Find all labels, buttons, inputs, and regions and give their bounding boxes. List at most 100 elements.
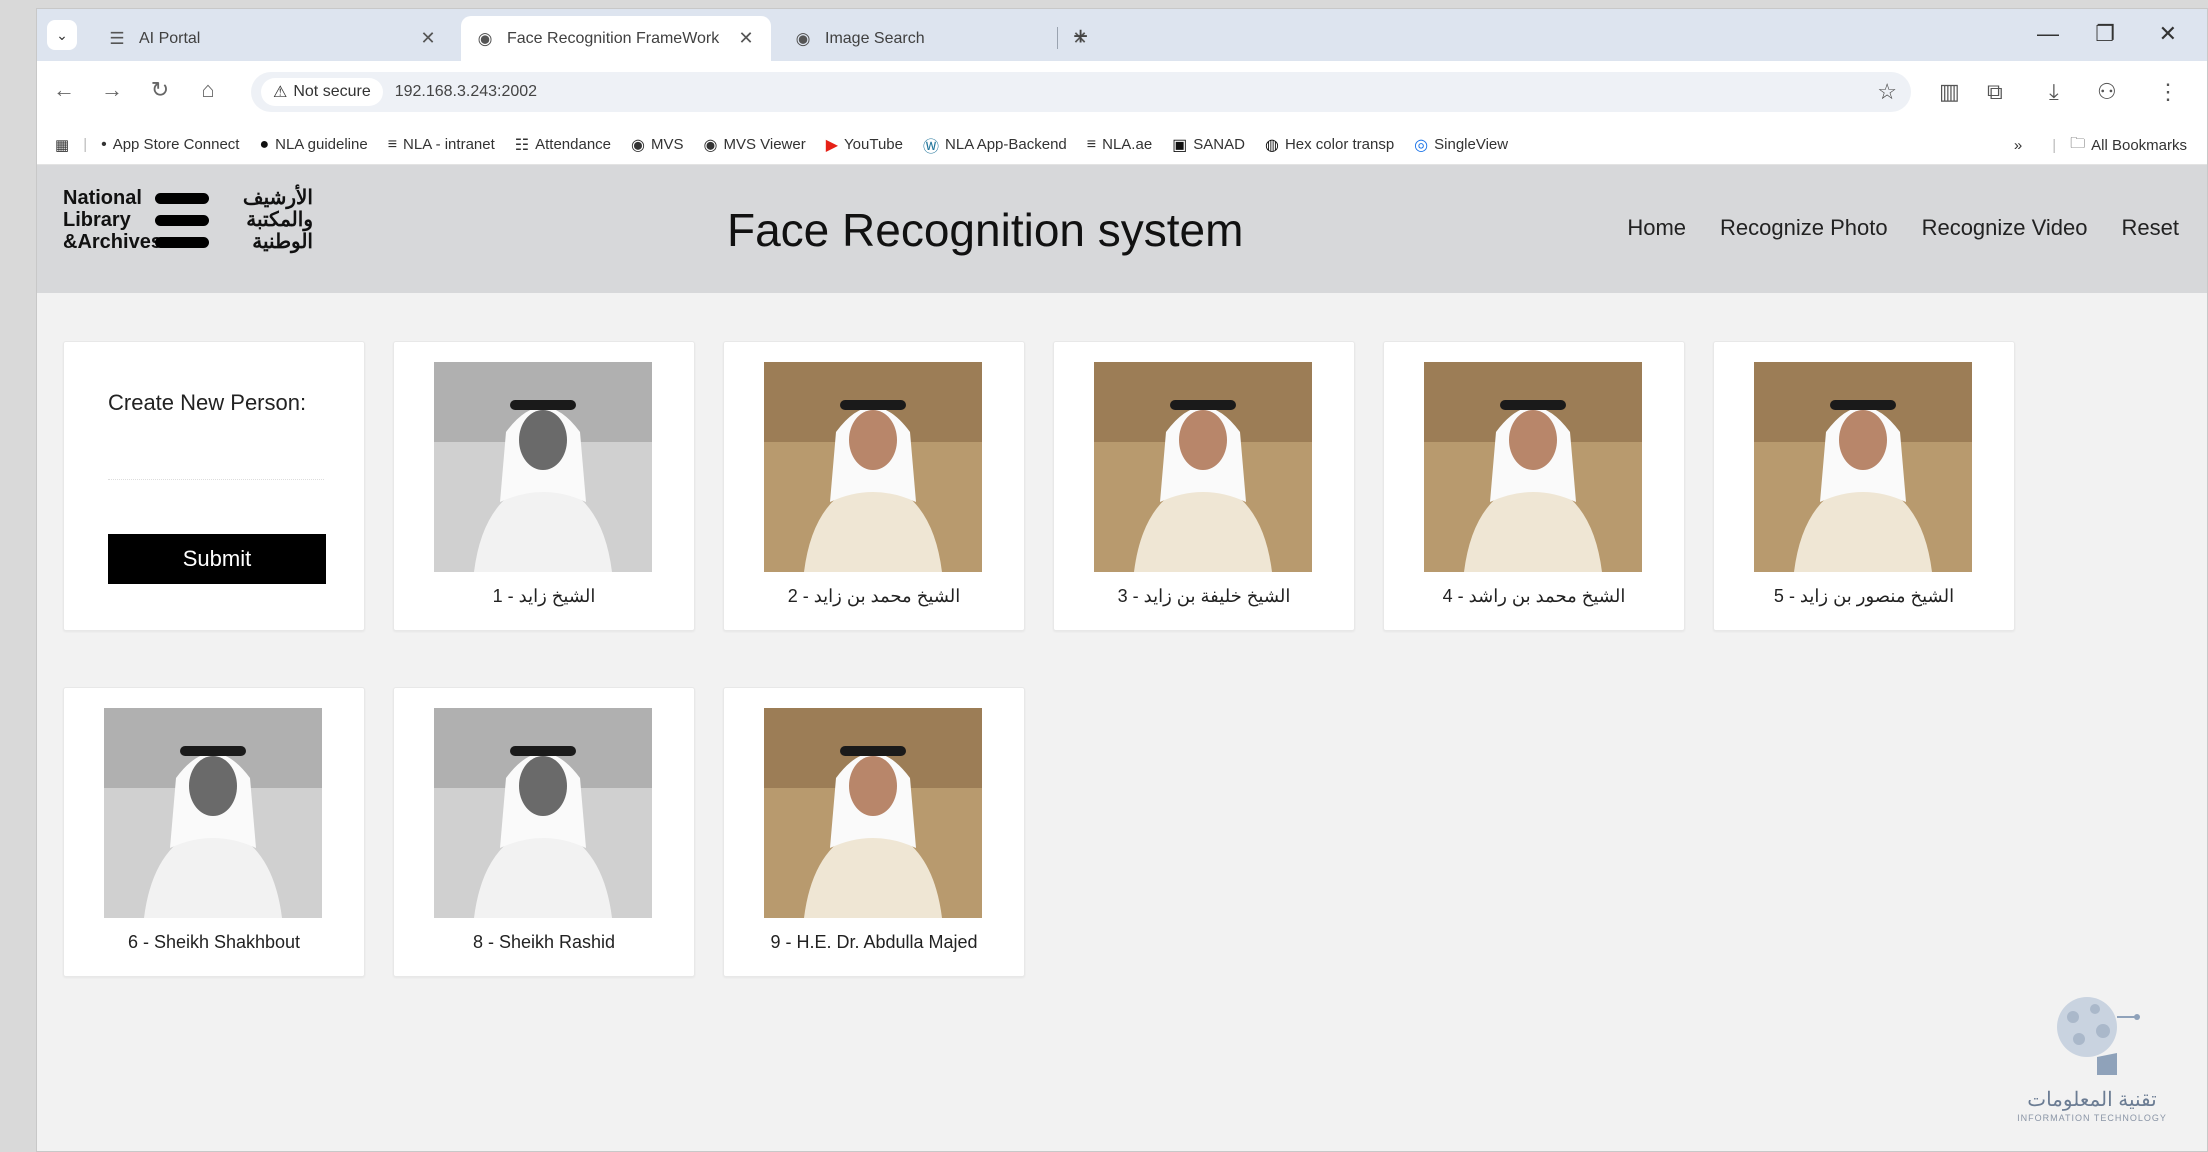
browser-window: ⌄ ☰ AI Portal ✕ ◉ Face Recognition Frame… xyxy=(36,8,2208,1152)
bookmark-label: YouTube xyxy=(844,136,903,153)
person-photo[interactable] xyxy=(1424,362,1642,572)
restore-icon[interactable]: ❐ xyxy=(2095,21,2115,47)
tab-ai-portal[interactable]: ☰ AI Portal ✕ xyxy=(93,16,453,61)
apps-grid-icon[interactable]: ▦ xyxy=(55,136,69,154)
person-caption: الشيخ محمد بن راشد - 4 xyxy=(1442,586,1626,606)
person-caption: 8 - Sheikh Rashid xyxy=(472,932,616,952)
bookmark-label: App Store Connect xyxy=(112,136,240,153)
person-photo[interactable] xyxy=(104,708,322,918)
portrait-image xyxy=(434,362,652,572)
person-photo[interactable] xyxy=(1094,362,1312,572)
close-icon[interactable]: ✕ xyxy=(417,28,439,49)
person-card[interactable]: الشيخ محمد بن راشد - 4 xyxy=(1383,341,1685,631)
github-icon: ◍ xyxy=(1264,136,1279,154)
nav-recognize-photo[interactable]: Recognize Photo xyxy=(1720,215,1888,241)
person-card[interactable]: 8 - Sheikh Rashid xyxy=(393,687,695,977)
brain-logo-icon xyxy=(2057,997,2140,1075)
bookmark-star-icon[interactable]: ☆ xyxy=(1877,79,1897,105)
close-icon[interactable]: ✕ xyxy=(735,28,757,49)
circle-icon: ● xyxy=(259,135,270,153)
tab-divider xyxy=(1057,27,1058,49)
download-icon[interactable]: ⤓ xyxy=(2049,79,2059,105)
bookmark-item[interactable]: ☷ Attendance xyxy=(515,135,611,155)
window-close-icon[interactable]: ✕ xyxy=(2159,21,2177,47)
bookmark-item[interactable]: Ⓦ NLA App-Backend xyxy=(923,133,1067,157)
bookmark-item[interactable]: ◉ MVS Viewer xyxy=(704,135,806,155)
reload-icon[interactable]: ↻ xyxy=(145,77,175,103)
browser-toolbar: ← → ↻ ⌂ ⚠ Not secure 192.168.3.243:2002 … xyxy=(37,61,2207,125)
bookmark-label: NLA.ae xyxy=(1102,136,1153,153)
bookmarks-overflow-button[interactable]: » xyxy=(2014,137,2022,154)
person-card[interactable]: الشيخ زايد - 1 xyxy=(393,341,695,631)
person-card[interactable]: 6 - Sheikh Shakhbout xyxy=(63,687,365,977)
bookmarks-divider: | xyxy=(2052,137,2057,154)
person-card[interactable]: الشيخ محمد بن زايد - 2 xyxy=(723,341,1025,631)
menu-kebab-icon[interactable]: ⋮ xyxy=(2157,79,2179,105)
tab-face-recognition[interactable]: ◉ Face Recognition FrameWork ✕ xyxy=(461,16,771,61)
person-caption: الشيخ منصور بن زايد - 5 xyxy=(1773,586,1955,606)
logo-bar xyxy=(155,193,209,204)
person-photo[interactable] xyxy=(764,708,982,918)
portrait-image xyxy=(1754,362,1972,572)
submit-button[interactable]: Submit xyxy=(108,534,326,584)
new-tab-icon[interactable]: + xyxy=(1073,21,1088,52)
bookmark-item[interactable]: ≡ NLA.ae xyxy=(1087,136,1152,154)
it-department-watermark: تقنية المعلومات INFORMATION TECHNOLOGY xyxy=(2003,987,2181,1137)
nav-recognize-video[interactable]: Recognize Video xyxy=(1922,215,2088,241)
tab-strip: ⌄ ☰ AI Portal ✕ ◉ Face Recognition Frame… xyxy=(37,9,2207,61)
all-bookmarks-button[interactable]: All Bookmarks xyxy=(2091,137,2187,154)
bookmark-item[interactable]: ▣ SANAD xyxy=(1172,135,1245,155)
bookmark-item[interactable]: ◍ Hex color transp xyxy=(1265,135,1394,155)
portrait-image xyxy=(764,708,982,918)
person-photo[interactable] xyxy=(434,708,652,918)
person-card[interactable]: الشيخ خليفة بن زايد - 3 xyxy=(1053,341,1355,631)
url-text[interactable]: 192.168.3.243:2002 xyxy=(395,83,537,101)
tab-search-button[interactable]: ⌄ xyxy=(47,20,77,50)
portrait-image xyxy=(104,708,322,918)
nla-icon: ≡ xyxy=(1086,135,1097,153)
person-card[interactable]: الشيخ منصور بن زايد - 5 xyxy=(1713,341,2015,631)
nla-logo[interactable]: National Library &Archives الأرشيف والمك… xyxy=(63,187,313,267)
person-photo[interactable] xyxy=(764,362,982,572)
globe-icon: ◉ xyxy=(795,28,811,48)
portrait-image xyxy=(1424,362,1642,572)
logo-english: National Library &Archives xyxy=(63,187,162,253)
address-bar[interactable]: ⚠ Not secure 192.168.3.243:2002 ☆ xyxy=(251,72,1911,112)
portrait-image xyxy=(764,362,982,572)
bookmarks-bar: ▦ | • App Store Connect ● NLA guideline ≡ NLA… xyxy=(37,125,2207,165)
minimize-icon[interactable]: — xyxy=(2037,21,2059,47)
person-card[interactable]: 9 - H.E. Dr. Abdulla Majed xyxy=(723,687,1025,977)
site-nav: Home Recognize Photo Recognize Video Res… xyxy=(1593,215,2179,241)
bookmarks-divider: | xyxy=(83,136,88,153)
create-person-label: Create New Person: xyxy=(108,390,307,415)
bookmark-item[interactable]: ≡ NLA - intranet xyxy=(388,136,495,154)
logo-arabic: الأرشيف والمكتبة الوطنية xyxy=(242,187,313,253)
forward-icon[interactable]: → xyxy=(97,77,127,103)
page-title: Face Recognition system xyxy=(727,204,1244,256)
globe-icon: ◉ xyxy=(477,28,493,48)
bookmarks-right: » | 🗀 All Bookmarks xyxy=(2014,133,2187,158)
reading-mode-icon[interactable]: ▥ xyxy=(1939,79,1960,105)
person-caption: الشيخ محمد بن زايد - 2 xyxy=(787,586,961,606)
bookmark-item[interactable]: ● NLA guideline xyxy=(259,136,367,154)
person-name-input[interactable] xyxy=(108,430,324,480)
person-photo[interactable] xyxy=(434,362,652,572)
nav-reset[interactable]: Reset xyxy=(2122,215,2179,241)
page-content: National Library &Archives الأرشيف والمك… xyxy=(37,165,2207,1151)
bookmark-label: MVS Viewer xyxy=(723,136,806,153)
profile-icon[interactable]: ⚇ xyxy=(2097,79,2117,105)
bookmark-item[interactable]: • App Store Connect xyxy=(101,136,239,154)
bookmark-item[interactable]: ◎ SingleView xyxy=(1414,135,1508,155)
list-icon: ☷ xyxy=(514,136,530,154)
bookmark-item[interactable]: ▶ YouTube xyxy=(826,135,903,155)
site-info-chip[interactable]: ⚠ Not secure xyxy=(261,78,383,106)
nav-home[interactable]: Home xyxy=(1627,215,1686,241)
bookmark-item[interactable]: ◉ MVS xyxy=(631,135,683,155)
back-icon[interactable]: ← xyxy=(49,77,79,103)
bookmark-label: Attendance xyxy=(535,136,612,153)
extensions-icon[interactable]: ⧉ xyxy=(1987,79,2003,105)
home-icon[interactable]: ⌂ xyxy=(193,77,223,103)
person-photo[interactable] xyxy=(1754,362,1972,572)
youtube-icon: ▶ xyxy=(825,136,839,154)
create-person-card: Create New Person: Submit xyxy=(63,341,365,631)
